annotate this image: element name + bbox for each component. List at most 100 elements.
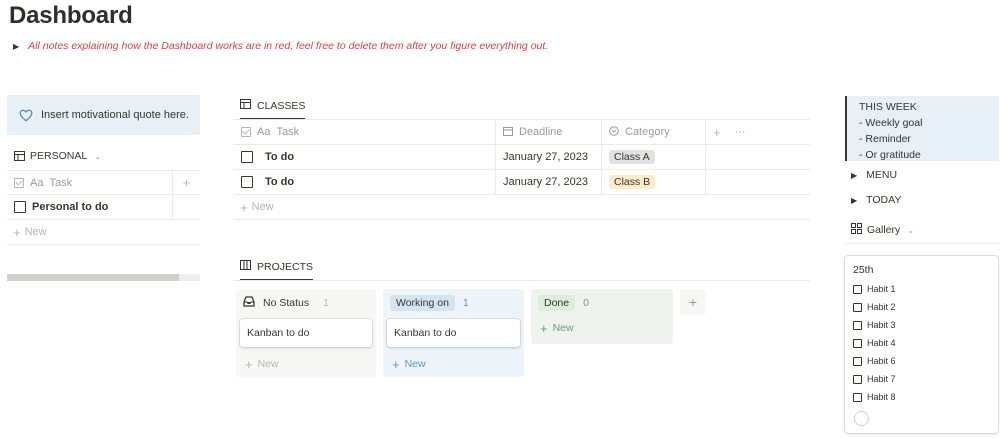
task-checkbox[interactable] xyxy=(14,201,26,213)
gallery-card-title: 25th xyxy=(853,264,874,276)
table-row[interactable]: Personal to do xyxy=(7,195,200,220)
toggle-triangle-icon[interactable]: ▶ xyxy=(851,171,857,180)
gallery-view-title[interactable]: Gallery ⌄ xyxy=(851,223,914,237)
habit-checkbox[interactable] xyxy=(853,392,862,402)
task-name[interactable]: Personal to do xyxy=(32,201,108,213)
column-header[interactable]: Working on 1 xyxy=(387,293,520,313)
header-deadline-label: Deadline xyxy=(519,126,563,138)
habit-item[interactable]: Habit 8 xyxy=(853,388,990,406)
habit-checkbox[interactable] xyxy=(853,284,862,294)
habit-item[interactable]: Habit 4 xyxy=(853,334,990,352)
table-icon xyxy=(240,99,251,112)
header-deadline[interactable]: Deadline xyxy=(496,120,602,144)
task-cell[interactable]: Personal to do xyxy=(7,195,173,219)
habit-checkbox[interactable] xyxy=(853,320,862,330)
header-task[interactable]: Aa Task xyxy=(7,171,173,194)
board-column-no-status: No Status 1 Kanban to do + New xyxy=(236,289,376,377)
new-card-button[interactable]: + New xyxy=(387,351,520,377)
habit-label: Habit 8 xyxy=(867,392,896,402)
column-label: Working on xyxy=(390,295,455,311)
empty-cell xyxy=(173,195,200,219)
notes-text: All notes explaining how the Dashboard w… xyxy=(28,40,549,52)
habit-item[interactable]: Habit 7 xyxy=(853,370,990,388)
chevron-down-icon[interactable]: ⌄ xyxy=(907,226,914,235)
tab-projects[interactable]: PROJECTS xyxy=(240,260,314,281)
plus-icon: + xyxy=(540,320,548,336)
header-category-label: Category xyxy=(625,126,670,138)
table-icon xyxy=(14,151,25,161)
task-checkbox[interactable] xyxy=(241,151,253,163)
table-row[interactable]: To do January 27, 2023 Class A xyxy=(234,145,810,170)
tab-classes-label: CLASSES xyxy=(257,99,306,112)
task-name[interactable]: To do xyxy=(265,151,294,163)
category-cell[interactable]: Class B xyxy=(602,170,706,194)
task-cell[interactable]: To do xyxy=(234,145,496,169)
plus-icon: + xyxy=(13,224,21,240)
toggle-triangle-icon[interactable]: ▶ xyxy=(13,42,19,51)
today-toggle[interactable]: ▶ TODAY xyxy=(851,194,901,206)
plus-icon: + xyxy=(245,356,253,372)
task-name[interactable]: To do xyxy=(265,176,294,188)
new-card-button[interactable]: + New xyxy=(240,351,372,377)
habit-checkbox[interactable] xyxy=(853,338,862,348)
page-title: Dashboard xyxy=(9,2,133,29)
new-label: New xyxy=(404,358,426,370)
checkbox-property-icon xyxy=(14,177,24,188)
habit-label: Habit 2 xyxy=(867,302,896,312)
loading-spinner-icon xyxy=(854,411,869,426)
header-task[interactable]: Aa Task xyxy=(234,120,496,144)
board-icon xyxy=(240,260,251,273)
tab-classes[interactable]: CLASSES xyxy=(240,99,306,120)
new-card-button[interactable]: + New xyxy=(535,315,669,341)
column-count: 1 xyxy=(323,297,329,309)
task-cell[interactable]: To do xyxy=(234,170,496,194)
new-row-button[interactable]: + New xyxy=(234,195,810,220)
habit-item[interactable]: Habit 6 xyxy=(853,352,990,370)
toggle-triangle-icon[interactable]: ▶ xyxy=(851,196,857,205)
column-count: 0 xyxy=(583,297,589,309)
kanban-card[interactable]: Kanban to do xyxy=(387,319,520,347)
classes-table: Aa Task Deadline Category + ··· To do Ja… xyxy=(234,120,810,220)
notes-toggle[interactable]: ▶ All notes explaining how the Dashboard… xyxy=(13,40,548,52)
task-checkbox[interactable] xyxy=(241,176,253,188)
chevron-down-icon[interactable]: ⌄ xyxy=(94,152,101,161)
horizontal-scrollbar[interactable] xyxy=(7,274,200,281)
habit-checkbox[interactable] xyxy=(853,302,862,312)
motivational-callout[interactable]: Insert motivational quote here. xyxy=(7,95,200,135)
category-tag: Class B xyxy=(609,175,656,189)
new-label: New xyxy=(257,358,279,370)
add-property-button[interactable]: + xyxy=(173,171,200,194)
habit-item[interactable]: Habit 1 xyxy=(853,280,990,298)
gallery-icon xyxy=(851,223,862,237)
category-cell[interactable]: Class A xyxy=(602,145,706,169)
deadline-cell[interactable]: January 27, 2023 xyxy=(496,170,602,194)
header-category[interactable]: Category xyxy=(602,120,706,144)
personal-db-title[interactable]: PERSONAL ⌄ xyxy=(14,150,101,162)
more-options-icon[interactable]: ··· xyxy=(735,126,746,138)
gallery-card[interactable]: 25th Habit 1 Habit 2 Habit 3 Habit 4 Hab… xyxy=(845,256,998,433)
habit-checkbox[interactable] xyxy=(853,356,862,366)
menu-toggle[interactable]: ▶ MENU xyxy=(851,169,897,181)
add-group-button[interactable]: + xyxy=(680,289,706,315)
add-property-button[interactable]: + xyxy=(713,125,721,140)
column-header[interactable]: No Status 1 xyxy=(240,293,372,313)
board-column-working-on: Working on 1 Kanban to do + New xyxy=(383,289,524,377)
habit-item[interactable]: Habit 3 xyxy=(853,316,990,334)
heart-icon xyxy=(19,109,33,122)
kanban-card[interactable]: Kanban to do xyxy=(240,319,372,347)
personal-table: Aa Task + Personal to do + New xyxy=(7,170,200,245)
deadline-value: January 27, 2023 xyxy=(503,176,589,188)
new-row-button[interactable]: + New xyxy=(7,220,200,245)
this-week-callout[interactable]: THIS WEEK - Weekly goal - Reminder - Or … xyxy=(845,96,999,161)
new-label: New xyxy=(24,226,47,238)
category-tag: Class A xyxy=(609,150,655,164)
habit-label: Habit 4 xyxy=(867,338,896,348)
header-task-label: Task xyxy=(276,126,300,138)
habit-item[interactable]: Habit 2 xyxy=(853,298,990,316)
column-header[interactable]: Done 0 xyxy=(535,293,669,313)
scrollbar-thumb[interactable] xyxy=(7,274,179,281)
week-item: - Weekly goal xyxy=(859,117,923,129)
habit-checkbox[interactable] xyxy=(853,374,862,384)
table-row[interactable]: To do January 27, 2023 Class B xyxy=(234,170,810,195)
deadline-cell[interactable]: January 27, 2023 xyxy=(496,145,602,169)
